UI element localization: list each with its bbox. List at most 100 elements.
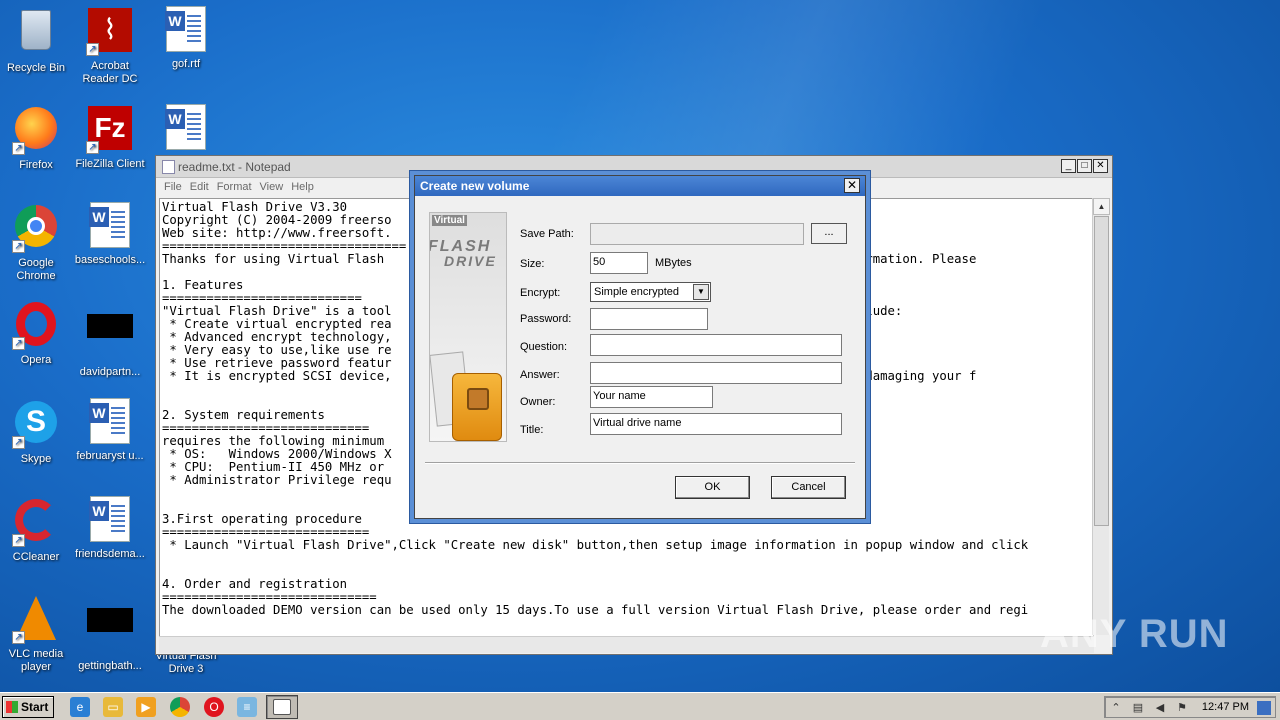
system-tray: ⌃ ▤ ◀ ⚑ 12:47 PM bbox=[1104, 696, 1276, 718]
menu-view[interactable]: View bbox=[256, 178, 288, 198]
horizontal-scrollbar[interactable] bbox=[159, 636, 1094, 653]
answer-label: Answer: bbox=[520, 369, 560, 381]
desktop-icon-chrome[interactable]: ↗ Google Chrome bbox=[0, 202, 72, 283]
maximize-button[interactable]: □ bbox=[1077, 159, 1092, 173]
banner-drive-text: DRIVE bbox=[444, 253, 497, 269]
network-icon[interactable]: ▤ bbox=[1131, 701, 1145, 715]
recycle-bin-icon bbox=[12, 10, 60, 58]
question-label: Question: bbox=[520, 341, 568, 353]
desktop-icon-gof-rtf[interactable]: W gof.rtf bbox=[150, 6, 222, 71]
menu-format[interactable]: Format bbox=[213, 178, 256, 198]
desktop-icon-skype[interactable]: S ↗ Skype bbox=[0, 398, 72, 466]
word-document-icon: W bbox=[86, 398, 134, 446]
scroll-up-arrow-icon[interactable]: ▲ bbox=[1093, 198, 1110, 215]
desktop-icon-opera[interactable]: ↗ Opera bbox=[0, 300, 72, 367]
minimize-button[interactable]: _ bbox=[1061, 159, 1076, 173]
scroll-thumb[interactable] bbox=[1094, 216, 1109, 526]
desktop-icon-baseschools[interactable]: W baseschools... bbox=[74, 202, 146, 267]
skype-icon: S ↗ bbox=[12, 401, 60, 449]
notepad-taskbar-icon[interactable]: ≡ bbox=[237, 697, 257, 717]
menu-file[interactable]: File bbox=[160, 178, 186, 198]
desktop-icon-label: davidpartn... bbox=[79, 366, 141, 378]
cancel-button[interactable]: Cancel bbox=[771, 476, 846, 499]
show-desktop-icon[interactable] bbox=[1257, 701, 1271, 715]
dialog-title: Create new volume bbox=[420, 179, 530, 193]
flag-icon[interactable]: ⚑ bbox=[1175, 701, 1189, 715]
password-label: Password: bbox=[520, 313, 572, 325]
browse-button[interactable]: ... bbox=[811, 223, 847, 244]
size-unit-label: MBytes bbox=[655, 257, 692, 269]
desktop-icon-gettingbath[interactable]: gettingbath... bbox=[74, 594, 146, 673]
desktop-icon-acrobat[interactable]: ⌇ ↗ Acrobat Reader DC bbox=[74, 6, 146, 86]
encrypt-selected-value: Simple encrypted bbox=[594, 286, 679, 298]
vlc-icon: ↗ bbox=[12, 596, 60, 644]
taskbar: Start e ▭ ▶ O ≡ ⌃ ▤ ◀ ⚑ 12:47 PM bbox=[0, 692, 1280, 720]
desktop-icon-label: Skype bbox=[20, 453, 52, 465]
desktop-icon-februarystu[interactable]: W februaryst u... bbox=[74, 398, 146, 463]
dialog-titlebar[interactable]: Create new volume ✕ bbox=[415, 176, 865, 196]
desktop-icon-label: VLC media player bbox=[8, 648, 64, 673]
start-button[interactable]: Start bbox=[2, 696, 54, 718]
desktop-icon-label: februaryst u... bbox=[76, 450, 144, 462]
drive-icon bbox=[273, 699, 291, 715]
owner-label: Owner: bbox=[520, 396, 556, 408]
clock[interactable]: 12:47 PM bbox=[1202, 701, 1249, 713]
desktop-icon-label: Google Chrome bbox=[16, 257, 56, 282]
desktop-icon-label: baseschools... bbox=[74, 254, 146, 266]
desktop-icon-label: gof.rtf bbox=[171, 58, 201, 70]
ccleaner-icon: ↗ bbox=[12, 499, 60, 547]
desktop-icon-ccleaner[interactable]: ↗ CCleaner bbox=[0, 496, 72, 564]
desktop-icon-firefox[interactable]: ↗ Firefox bbox=[0, 104, 72, 172]
windows-flag-icon bbox=[6, 701, 18, 713]
word-document-icon: W bbox=[162, 6, 210, 54]
desktop-icon-label: friendsdema... bbox=[75, 548, 145, 560]
save-path-field[interactable] bbox=[590, 223, 804, 245]
answer-field[interactable] bbox=[590, 362, 842, 384]
locked-disk-icon bbox=[452, 373, 502, 441]
desktop-icon-label: gettingbath... bbox=[78, 660, 142, 672]
ok-button[interactable]: OK bbox=[675, 476, 750, 499]
banner-virtual-text: Virtual bbox=[432, 215, 467, 226]
black-thumbnail-icon bbox=[86, 608, 134, 656]
tray-expand-icon[interactable]: ⌃ bbox=[1109, 701, 1123, 715]
notepad-title: readme.txt - Notepad bbox=[178, 160, 291, 174]
internet-explorer-icon[interactable]: e bbox=[70, 697, 90, 717]
size-label: Size: bbox=[520, 258, 545, 270]
word-document-icon: W bbox=[86, 496, 134, 544]
desktop-icon-filezilla[interactable]: Fz ↗ FileZilla Client bbox=[74, 104, 146, 171]
chrome-taskbar-icon[interactable] bbox=[170, 697, 190, 717]
acrobat-icon: ⌇ ↗ bbox=[86, 8, 134, 56]
size-field[interactable]: 50 bbox=[590, 252, 648, 274]
desktop-icon-vlc[interactable]: ↗ VLC media player bbox=[0, 594, 72, 674]
file-explorer-icon[interactable]: ▭ bbox=[103, 697, 123, 717]
dialog-separator bbox=[425, 462, 855, 464]
password-field[interactable] bbox=[590, 308, 708, 330]
desktop-icon-friendsdema[interactable]: W friendsdema... bbox=[74, 496, 146, 561]
volume-icon[interactable]: ◀ bbox=[1153, 701, 1167, 715]
black-thumbnail-icon bbox=[86, 314, 134, 362]
virtual-flash-drive-taskbar-button[interactable] bbox=[266, 695, 298, 719]
media-player-icon[interactable]: ▶ bbox=[136, 697, 156, 717]
dialog-close-button[interactable]: ✕ bbox=[844, 178, 860, 193]
desktop-icon-word-doc[interactable]: W bbox=[150, 104, 222, 156]
desktop-icon-davidpartn[interactable]: davidpartn... bbox=[74, 300, 146, 379]
desktop: Recycle Bin ↗ Firefox ↗ Google Chrome ↗ … bbox=[0, 0, 1280, 692]
question-field[interactable] bbox=[590, 334, 842, 356]
menu-edit[interactable]: Edit bbox=[186, 178, 213, 198]
owner-field[interactable]: Your name bbox=[590, 386, 713, 408]
vertical-scrollbar[interactable]: ▲ bbox=[1092, 198, 1110, 635]
chevron-down-icon[interactable]: ▼ bbox=[693, 284, 709, 300]
anyrun-watermark: ANY RUN bbox=[1040, 612, 1229, 656]
chrome-icon: ↗ bbox=[12, 205, 60, 253]
encrypt-select[interactable]: Simple encrypted ▼ bbox=[590, 282, 711, 302]
menu-help[interactable]: Help bbox=[287, 178, 318, 198]
filezilla-icon: Fz ↗ bbox=[86, 106, 134, 154]
opera-taskbar-icon[interactable]: O bbox=[204, 697, 224, 717]
close-button[interactable]: ✕ bbox=[1093, 159, 1108, 173]
desktop-icon-recycle-bin[interactable]: Recycle Bin bbox=[0, 6, 72, 75]
word-document-icon: W bbox=[162, 104, 210, 152]
notepad-icon bbox=[162, 160, 175, 174]
encrypt-label: Encrypt: bbox=[520, 287, 561, 299]
create-volume-dialog[interactable]: Create new volume ✕ Virtual FLASH DRIVE … bbox=[414, 175, 866, 519]
title-field[interactable]: Virtual drive name bbox=[590, 413, 842, 435]
